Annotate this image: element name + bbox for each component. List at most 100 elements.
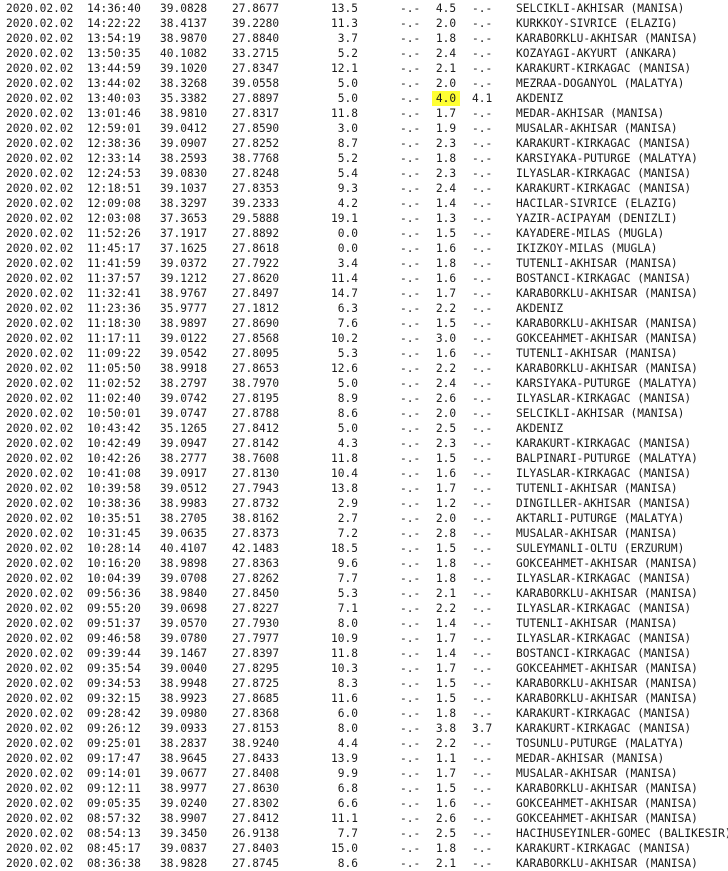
cell-mw: -.- [472, 347, 493, 360]
cell-md: -.- [400, 257, 421, 270]
table-row: 2020.02.02 09:05:35 39.0240 27.8302 6.6 -.- 1.… [0, 796, 728, 811]
cell-time: 10:41:08 [87, 467, 141, 480]
cell-md: -.- [400, 422, 421, 435]
cell-mw: -.- [472, 62, 493, 75]
cell-md: -.- [400, 677, 421, 690]
cell-date: 2020.02.02 [6, 797, 74, 810]
cell-ml: 4.5 [435, 2, 457, 15]
cell-lat: 38.9907 [160, 812, 208, 825]
cell-time: 09:32:15 [87, 692, 141, 705]
cell-time: 13:01:46 [87, 107, 141, 120]
cell-place: KAYADERE-MILAS (MUGLA) [516, 227, 665, 240]
cell-lon: 27.8620 [232, 272, 280, 285]
cell-md: -.- [400, 92, 421, 105]
table-row: 2020.02.02 12:59:01 39.0412 27.8590 3.0 -.- 1.… [0, 121, 728, 136]
cell-lon: 27.8295 [232, 662, 280, 675]
cell-mw: -.- [472, 392, 493, 405]
cell-date: 2020.02.02 [6, 767, 74, 780]
cell-date: 2020.02.02 [6, 212, 74, 225]
cell-lat: 38.9918 [160, 362, 208, 375]
table-row: 2020.02.02 10:38:36 38.9983 27.8732 2.9 -.- 1.… [0, 496, 728, 511]
cell-lon: 27.8302 [232, 797, 280, 810]
cell-lon: 27.8317 [232, 107, 280, 120]
cell-lon: 27.8840 [232, 32, 280, 45]
cell-md: -.- [400, 452, 421, 465]
cell-place: AKDENIZ [516, 92, 564, 105]
cell-lat: 39.0828 [160, 2, 208, 15]
cell-time: 09:28:42 [87, 707, 141, 720]
cell-lon: 27.8897 [232, 92, 280, 105]
cell-date: 2020.02.02 [6, 32, 74, 45]
cell-place: KARAKURT-KIRKAGAC (MANISA) [516, 707, 692, 720]
cell-time: 11:02:52 [87, 377, 141, 390]
table-row: 2020.02.02 10:04:39 39.0708 27.8262 7.7 -.- 1.… [0, 571, 728, 586]
table-row: 2020.02.02 09:35:54 39.0040 27.8295 10.3 -.- 1… [0, 661, 728, 676]
cell-date: 2020.02.02 [6, 227, 74, 240]
cell-depth: 8.6 [337, 857, 358, 870]
cell-md: -.- [400, 752, 421, 765]
cell-depth: 13.9 [331, 752, 358, 765]
cell-time: 10:42:49 [87, 437, 141, 450]
cell-time: 13:54:19 [87, 32, 141, 45]
cell-depth: 3.4 [337, 257, 358, 270]
cell-place: KARABORKLU-AKHISAR (MANISA) [516, 857, 698, 870]
cell-mw: -.- [472, 317, 493, 330]
cell-md: -.- [400, 707, 421, 720]
cell-md: -.- [400, 377, 421, 390]
cell-time: 09:46:58 [87, 632, 141, 645]
cell-md: -.- [400, 572, 421, 585]
cell-mw: -.- [472, 512, 493, 525]
cell-mw: -.- [472, 407, 493, 420]
cell-place: ILYASLAR-KIRKAGAC (MANISA) [516, 602, 692, 615]
cell-depth: 5.0 [337, 92, 358, 105]
cell-lon: 27.1812 [232, 302, 280, 315]
cell-lon: 27.8653 [232, 362, 280, 375]
cell-md: -.- [400, 647, 421, 660]
cell-time: 09:25:01 [87, 737, 141, 750]
cell-ml: 2.8 [435, 527, 457, 540]
cell-lat: 38.2837 [160, 737, 208, 750]
table-row: 2020.02.02 09:28:42 39.0980 27.8368 6.0 -.- 1.… [0, 706, 728, 721]
cell-ml: 1.8 [435, 32, 457, 45]
cell-md: -.- [400, 692, 421, 705]
cell-time: 11:05:50 [87, 362, 141, 375]
cell-md: -.- [400, 632, 421, 645]
cell-lon: 27.8788 [232, 407, 280, 420]
cell-date: 2020.02.02 [6, 782, 74, 795]
cell-place: GOKCEAHMET-AKHISAR (MANISA) [516, 812, 698, 825]
cell-time: 08:36:38 [87, 857, 141, 870]
cell-place: ILYASLAR-KIRKAGAC (MANISA) [516, 632, 692, 645]
cell-mw: -.- [472, 827, 493, 840]
cell-md: -.- [400, 197, 421, 210]
cell-mw: -.- [472, 782, 493, 795]
table-row: 2020.02.02 12:09:08 38.3297 39.2333 4.2 -.- 1.… [0, 196, 728, 211]
cell-time: 09:34:53 [87, 677, 141, 690]
cell-time: 13:50:35 [87, 47, 141, 60]
cell-date: 2020.02.02 [6, 587, 74, 600]
cell-date: 2020.02.02 [6, 452, 74, 465]
cell-place: MUSALAR-AKHISAR (MANISA) [516, 527, 678, 540]
cell-lon: 38.8162 [232, 512, 280, 525]
cell-depth: 9.3 [337, 182, 358, 195]
cell-mw: -.- [472, 152, 493, 165]
cell-date: 2020.02.02 [6, 77, 74, 90]
cell-date: 2020.02.02 [6, 167, 74, 180]
cell-time: 09:17:47 [87, 752, 141, 765]
cell-ml: 1.8 [435, 707, 457, 720]
cell-mw: -.- [472, 692, 493, 705]
cell-lon: 27.8373 [232, 527, 280, 540]
cell-ml: 1.8 [435, 557, 457, 570]
table-row: 2020.02.02 08:54:13 39.3450 26.9138 7.7 -.- 2.… [0, 826, 728, 841]
table-row: 2020.02.02 11:41:59 39.0372 27.7922 3.4 -.- 1.… [0, 256, 728, 271]
cell-ml: 2.6 [435, 392, 457, 405]
cell-lat: 39.0372 [160, 257, 208, 270]
table-row: 2020.02.02 10:28:14 40.4107 42.1483 18.5 -.- 1… [0, 541, 728, 556]
cell-lon: 38.7970 [232, 377, 280, 390]
cell-lon: 27.8262 [232, 572, 280, 585]
cell-ml: 1.4 [435, 647, 457, 660]
cell-ml: 1.5 [435, 452, 457, 465]
cell-ml: 1.5 [435, 692, 457, 705]
cell-depth: 0.0 [337, 227, 358, 240]
cell-time: 10:35:51 [87, 512, 141, 525]
cell-md: -.- [400, 722, 421, 735]
